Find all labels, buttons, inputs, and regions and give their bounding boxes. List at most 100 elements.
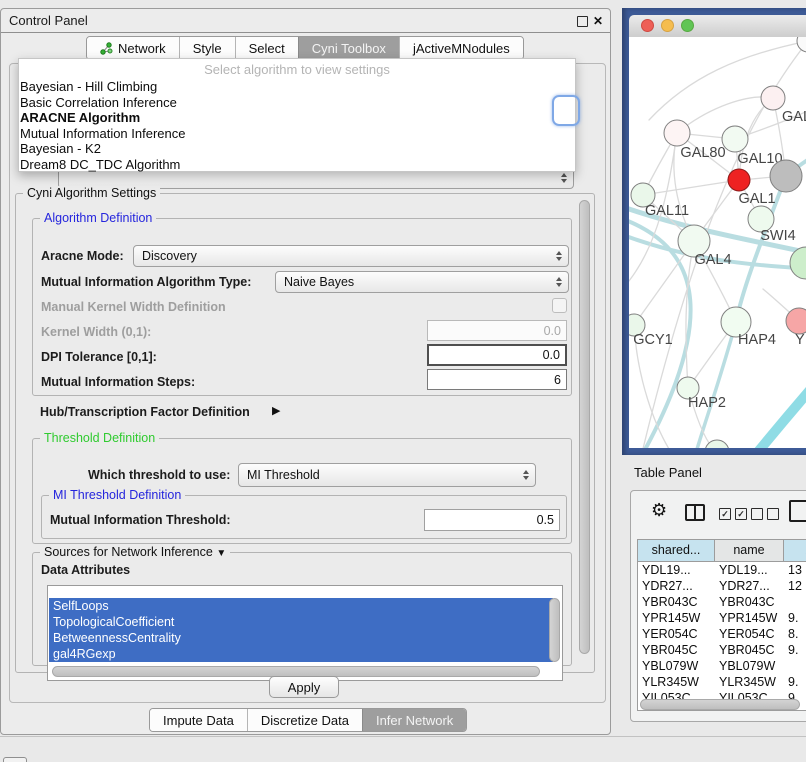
table-row[interactable]: YDR27...YDR27...12 — [638, 578, 806, 594]
tab-cyni-toolbox[interactable]: Cyni Toolbox — [298, 37, 399, 59]
kernel-width-field[interactable] — [427, 320, 567, 341]
new-column-icon[interactable] — [789, 500, 806, 522]
tab-impute-data[interactable]: Impute Data — [150, 709, 247, 731]
network-node[interactable] — [664, 120, 690, 146]
dropdown-item[interactable]: Bayesian - K2 — [19, 141, 575, 157]
tab-label: Cyni Toolbox — [312, 41, 386, 56]
table-cell[interactable]: YDL19... — [638, 562, 715, 578]
table-cell[interactable]: YER054C — [638, 626, 715, 642]
column-header[interactable]: A — [784, 540, 806, 561]
data-attributes-list[interactable]: SelfLoopsTopologicalCoefficientBetweenne… — [47, 585, 563, 681]
network-node[interactable] — [728, 169, 750, 191]
collapse-arrow-icon[interactable]: ▼ — [216, 548, 226, 559]
tab-jactivemnodules[interactable]: jActiveMNodules — [399, 37, 523, 59]
settings-vertical-scrollbar[interactable] — [579, 200, 590, 654]
close-traffic-light-icon[interactable] — [641, 19, 654, 32]
column-header[interactable]: name — [715, 540, 784, 561]
table-cell[interactable] — [784, 594, 806, 610]
table-row[interactable]: YDL19...YDL19...13 — [638, 562, 806, 578]
table-cell[interactable]: YDL19... — [715, 562, 784, 578]
tab-select[interactable]: Select — [235, 37, 298, 59]
column-header[interactable]: shared... — [638, 540, 715, 561]
network-node[interactable] — [797, 37, 806, 52]
settings-gear-icon[interactable]: ⚙ — [651, 501, 667, 519]
table-cell[interactable]: YBR043C — [715, 594, 784, 610]
mi-threshold-field[interactable] — [424, 509, 560, 531]
sources-group-title[interactable]: Sources for Network Inference ▼ — [40, 545, 230, 561]
aracne-mode-combobox[interactable]: Discovery — [133, 245, 569, 267]
table-cell[interactable]: 8. — [784, 626, 806, 642]
network-window-titlebar[interactable] — [629, 15, 806, 38]
minimize-traffic-light-icon[interactable] — [661, 19, 674, 32]
table-cell[interactable]: 9. — [784, 642, 806, 658]
table-row[interactable]: YER054CYER054C8. — [638, 626, 806, 642]
table-cell[interactable] — [784, 658, 806, 674]
algorithm-definition-title: Algorithm Definition — [40, 211, 156, 226]
network-canvas[interactable]: GALGAL80GAL10GAL1GAL11SWI4GAL4GCY1HAP4YH… — [629, 37, 806, 448]
table-cell[interactable]: YBR045C — [638, 642, 715, 658]
list-vertical-scrollbar[interactable] — [549, 598, 560, 662]
select-all-checked-icon[interactable]: ✓✓ — [719, 508, 747, 520]
table-body: YDL19...YDL19...13YDR27...YDR27...12YBR0… — [638, 562, 806, 706]
select-none-icon[interactable] — [751, 508, 779, 520]
tab-network[interactable]: Network — [87, 37, 179, 59]
control-panel-titlebar[interactable]: Control Panel ✕ — [1, 9, 610, 33]
tab-style[interactable]: Style — [179, 37, 235, 59]
table-row[interactable]: YPR145WYPR145W9. — [638, 610, 806, 626]
table-cell[interactable]: YBL079W — [638, 658, 715, 674]
table-row[interactable]: YLR345WYLR345W9. — [638, 674, 806, 690]
table-cell[interactable]: 9. — [784, 610, 806, 626]
tab-discretize-data[interactable]: Discretize Data — [247, 709, 362, 731]
table-cell[interactable]: 13 — [784, 562, 806, 578]
which-threshold-combobox[interactable]: MI Threshold — [238, 463, 536, 487]
table-row[interactable]: YBL079WYBL079W — [638, 658, 806, 674]
table-cell[interactable]: YDR27... — [638, 578, 715, 594]
table-cell[interactable]: YDR27... — [715, 578, 784, 594]
table-cell[interactable]: YBL079W — [715, 658, 784, 674]
dropdown-item[interactable]: Basic Correlation Inference — [19, 95, 575, 111]
expand-arrow-icon[interactable]: ▶ — [272, 404, 280, 417]
table-cell[interactable]: YLR345W — [638, 674, 715, 690]
combo-arrows-icon — [556, 251, 562, 261]
network-node[interactable] — [761, 86, 785, 110]
mi-algorithm-type-combobox[interactable]: Naive Bayes — [275, 271, 569, 293]
collapsed-panel-widget[interactable] — [3, 757, 27, 762]
hub-section-label[interactable]: Hub/Transcription Factor Definition — [40, 405, 250, 419]
table-cell[interactable]: YER054C — [715, 626, 784, 642]
network-node-label: GAL1 — [738, 191, 775, 207]
attribute-list-item[interactable]: gal4RGexp — [49, 646, 553, 662]
manual-kernel-checkbox[interactable] — [552, 298, 567, 313]
sources-title-text: Sources for Network Inference — [44, 545, 213, 559]
aracne-mode-label: Aracne Mode: — [41, 245, 124, 267]
table-cell[interactable]: YBR043C — [638, 594, 715, 610]
network-node-label: HAP2 — [688, 395, 726, 411]
tab-infer-network[interactable]: Infer Network — [362, 709, 466, 731]
network-node[interactable] — [722, 126, 748, 152]
attribute-list-item[interactable]: BetweennessCentrality — [49, 630, 553, 646]
apply-button[interactable]: Apply — [269, 676, 339, 698]
table-cell[interactable]: YPR145W — [715, 610, 784, 626]
dpi-tolerance-field[interactable] — [427, 344, 567, 366]
dropdown-item[interactable]: Mutual Information Inference — [19, 126, 575, 142]
mi-steps-field[interactable] — [427, 369, 567, 390]
table-cell[interactable]: 12 — [784, 578, 806, 594]
float-window-icon[interactable] — [577, 16, 588, 27]
network-node[interactable] — [770, 160, 802, 192]
table-row[interactable]: YBR043CYBR043C — [638, 594, 806, 610]
tab-label: Style — [193, 41, 222, 56]
tab-label: Impute Data — [163, 713, 234, 728]
dropdown-item[interactable]: Dream8 DC_TDC Algorithm — [19, 157, 575, 173]
table-cell[interactable]: YBR045C — [715, 642, 784, 658]
close-icon[interactable]: ✕ — [593, 15, 603, 27]
dropdown-item[interactable]: Bayesian - Hill Climbing — [19, 79, 575, 95]
attribute-list-item[interactable]: SelfLoops — [49, 598, 553, 614]
table-horizontal-scrollbar[interactable] — [640, 699, 800, 710]
attribute-list-item[interactable]: TopologicalCoefficient — [49, 614, 553, 630]
table-cell[interactable]: YLR345W — [715, 674, 784, 690]
table-row[interactable]: YBR045CYBR045C9. — [638, 642, 806, 658]
dropdown-item[interactable]: ARACNE Algorithm — [19, 110, 575, 126]
table-cell[interactable]: 9. — [784, 674, 806, 690]
zoom-traffic-light-icon[interactable] — [681, 19, 694, 32]
table-cell[interactable]: YPR145W — [638, 610, 715, 626]
columns-icon[interactable] — [685, 504, 705, 521]
